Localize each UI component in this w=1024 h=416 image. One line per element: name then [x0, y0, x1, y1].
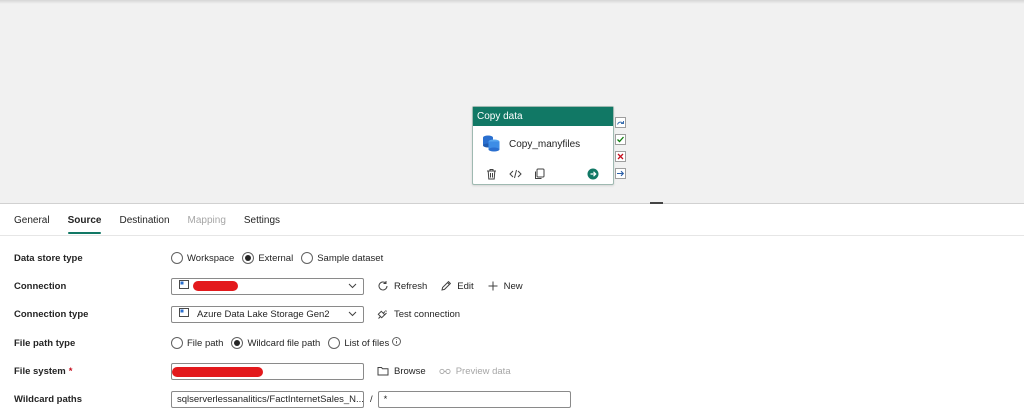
- wildcard-folder-path-input[interactable]: sqlserverlessanalitics/FactInternetSales…: [171, 390, 364, 408]
- radio-list-of-files-label: List of files: [344, 337, 390, 349]
- radio-sample-dataset[interactable]: Sample dataset: [301, 252, 383, 264]
- connection-row: Connection Refresh Edit New: [0, 275, 1024, 297]
- radio-circle[interactable]: [328, 337, 341, 349]
- connection-type-row: Connection type Azure Data Lake Storage …: [0, 303, 1024, 325]
- radio-circle-selected[interactable]: [231, 337, 244, 349]
- radio-external-label: External: [258, 252, 294, 264]
- wildcard-file-name-value: *: [383, 393, 388, 405]
- completion-handle-icon[interactable]: [615, 168, 626, 179]
- radio-sample-dataset-label: Sample dataset: [317, 252, 384, 264]
- tab-destination[interactable]: Destination: [119, 215, 169, 234]
- connection-label: Connection: [14, 280, 67, 292]
- info-icon[interactable]: [392, 337, 402, 349]
- code-icon[interactable]: [508, 167, 522, 181]
- wildcard-file-name-input[interactable]: *: [377, 390, 571, 408]
- properties-tabs: General Source Destination Mapping Setti…: [14, 215, 298, 234]
- redaction-mark: [172, 367, 263, 377]
- path-separator: /: [370, 393, 373, 405]
- activity-type-label: Copy data: [473, 107, 613, 126]
- radio-wildcard-file-path[interactable]: Wildcard file path: [231, 337, 320, 349]
- tab-mapping: Mapping: [187, 215, 226, 226]
- panel-splitter[interactable]: [0, 203, 1024, 204]
- radio-circle[interactable]: [171, 337, 183, 349]
- pencil-icon: [440, 280, 452, 292]
- delete-icon[interactable]: [484, 167, 498, 181]
- copy-data-icon: [482, 134, 501, 155]
- activity-output-handles: [615, 117, 626, 185]
- tab-settings[interactable]: Settings: [244, 215, 280, 234]
- copy-icon[interactable]: [532, 167, 546, 181]
- folder-icon: [377, 365, 389, 377]
- radio-circle-selected[interactable]: [242, 252, 255, 264]
- radio-list-of-files[interactable]: List of files: [328, 337, 402, 349]
- test-connection-button[interactable]: Test connection: [377, 308, 460, 320]
- wildcard-paths-row: Wildcard paths sqlserverlessanalitics/Fa…: [0, 388, 1024, 410]
- file-path-type-label: File path type: [14, 337, 76, 349]
- preview-data-button: Preview data: [439, 365, 511, 377]
- required-marker: *: [68, 365, 73, 377]
- edit-button[interactable]: Edit: [440, 280, 474, 292]
- new-label: New: [503, 280, 523, 292]
- browse-button[interactable]: Browse: [377, 365, 426, 377]
- radio-circle[interactable]: [171, 252, 183, 264]
- connection-type-value: Azure Data Lake Storage Gen2: [197, 308, 330, 320]
- radio-wildcard-file-path-label: Wildcard file path: [247, 337, 321, 349]
- wildcard-paths-label: Wildcard paths: [14, 393, 83, 405]
- connection-type-select[interactable]: Azure Data Lake Storage Gen2: [171, 305, 364, 323]
- failure-handle-icon[interactable]: [615, 151, 626, 162]
- success-handle-icon[interactable]: [615, 134, 626, 145]
- test-connection-label: Test connection: [394, 308, 461, 320]
- chevron-down-icon[interactable]: [348, 309, 357, 320]
- plug-icon: [377, 308, 389, 320]
- connection-type-label: Connection type: [14, 308, 89, 320]
- skip-handle-icon[interactable]: [615, 117, 626, 128]
- tab-source[interactable]: Source: [67, 215, 101, 234]
- data-store-type-label: Data store type: [14, 252, 83, 264]
- radio-workspace[interactable]: Workspace: [171, 252, 234, 264]
- new-connection-button[interactable]: New: [487, 280, 523, 292]
- radio-workspace-label: Workspace: [187, 252, 235, 264]
- refresh-label: Refresh: [394, 280, 428, 292]
- browse-label: Browse: [394, 365, 426, 377]
- file-system-label-text: File system: [14, 365, 66, 377]
- run-arrow-icon[interactable]: [586, 167, 600, 181]
- storage-icon: [179, 308, 189, 320]
- plus-icon: [487, 280, 499, 292]
- chevron-down-icon[interactable]: [348, 281, 357, 292]
- storage-icon: [179, 280, 189, 292]
- copy-data-activity[interactable]: Copy data Copy_manyfiles: [472, 106, 614, 185]
- tabs-divider: [0, 235, 1024, 236]
- refresh-button[interactable]: Refresh: [377, 280, 427, 292]
- refresh-icon: [377, 280, 389, 292]
- radio-file-path[interactable]: File path: [171, 337, 223, 349]
- tab-general[interactable]: General: [14, 215, 50, 234]
- edit-label: Edit: [457, 280, 474, 292]
- radio-external[interactable]: External: [242, 252, 293, 264]
- redaction-mark: [193, 281, 238, 291]
- data-store-type-row: Data store type Workspace External Sampl…: [0, 247, 1024, 269]
- file-system-row: File system * Browse Preview data: [0, 360, 1024, 382]
- radio-file-path-label: File path: [187, 337, 224, 349]
- activity-name: Copy_manyfiles: [509, 139, 581, 150]
- radio-circle[interactable]: [301, 252, 314, 264]
- file-system-label: File system *: [14, 366, 72, 377]
- wildcard-folder-path-value: sqlserverlessanalitics/FactInternetSales…: [177, 393, 364, 405]
- splitter-grip[interactable]: [650, 202, 663, 204]
- preview-data-label: Preview data: [455, 365, 511, 377]
- file-path-type-row: File path type File path Wildcard file p…: [0, 332, 1024, 354]
- glasses-icon: [439, 365, 451, 377]
